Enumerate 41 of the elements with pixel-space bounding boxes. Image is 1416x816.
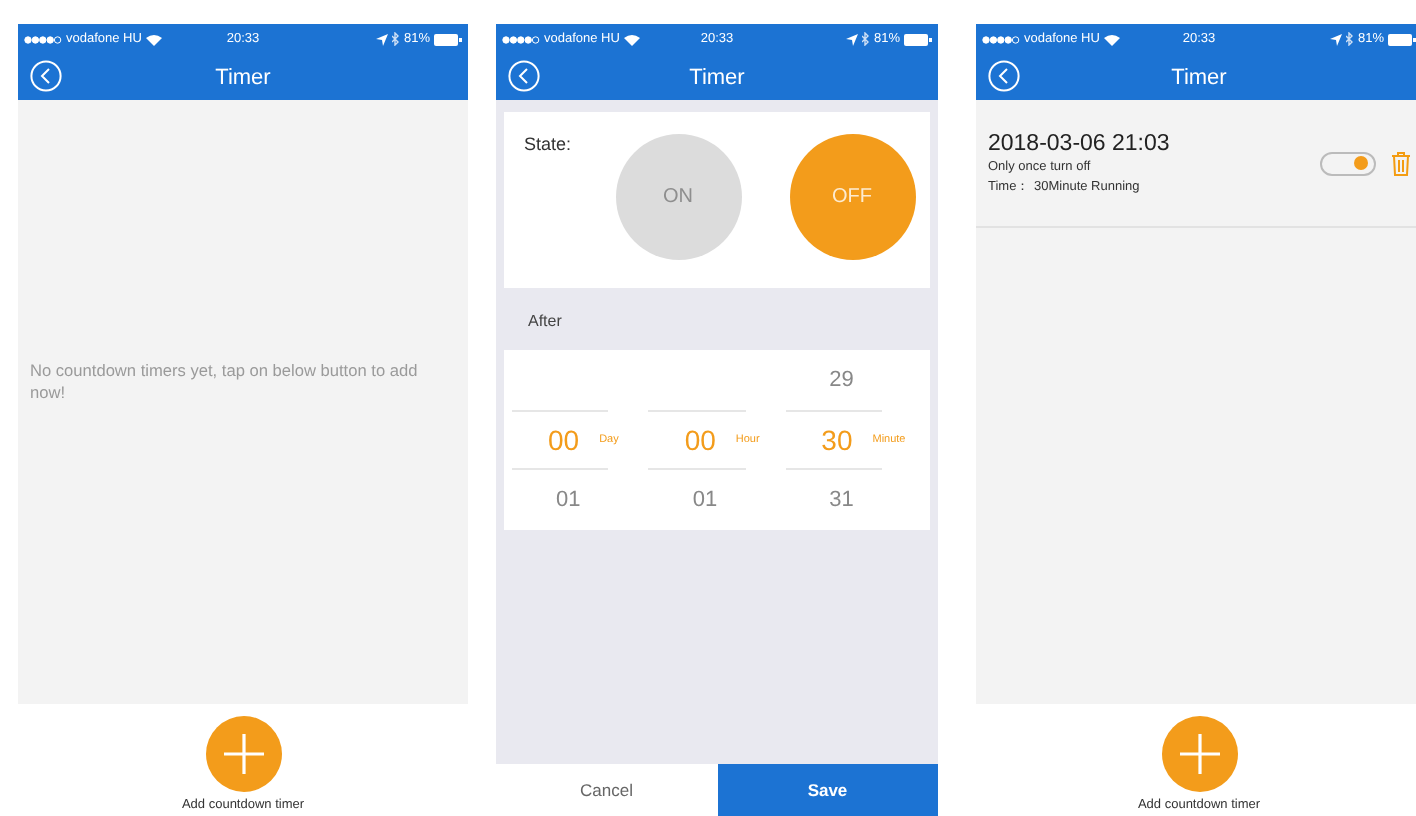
state-label: State:	[524, 134, 572, 158]
timer-datetime: 2018-03-06 21:03	[988, 131, 1172, 155]
location-arrow-icon	[1329, 33, 1342, 45]
wifi-icon	[1103, 33, 1120, 45]
add-button[interactable]	[205, 716, 281, 792]
signal-icon	[982, 35, 1020, 43]
picker-selected-value: 00	[548, 424, 580, 456]
back-icon[interactable]	[508, 60, 540, 92]
battery-icon	[904, 33, 932, 45]
screen-title: Timer	[215, 65, 271, 89]
state-option[interactable]: OFF	[789, 134, 916, 260]
after-label: After	[528, 312, 564, 334]
picker-value: 29	[829, 368, 854, 392]
save-button[interactable]: Save	[717, 764, 938, 816]
signal-icon	[502, 35, 540, 43]
add-button[interactable]	[1161, 716, 1237, 792]
location-arrow-icon	[845, 33, 858, 45]
picker-value: 01	[556, 488, 581, 512]
bluetooth-icon	[861, 32, 870, 46]
screen-title: Timer	[689, 65, 745, 89]
battery-icon	[434, 33, 462, 45]
location-arrow-icon	[375, 33, 388, 45]
wifi-icon	[623, 33, 640, 45]
plus-icon	[1179, 734, 1219, 774]
back-icon[interactable]	[30, 60, 62, 92]
picker-value: 01	[692, 488, 718, 512]
wifi-icon	[145, 33, 162, 45]
picker-selected-value: 30	[821, 424, 853, 456]
back-icon[interactable]	[988, 60, 1020, 92]
toggle-switch[interactable]	[1320, 151, 1376, 175]
signal-icon	[24, 35, 62, 43]
picker-selected-value: 00	[684, 424, 716, 456]
battery-icon	[1388, 33, 1416, 45]
bluetooth-icon	[1345, 32, 1354, 46]
state-option[interactable]: ON	[615, 134, 742, 260]
screen-title: Timer	[1171, 65, 1227, 89]
empty-message: No countdown timers yet, tap on below button to add now!	[28, 360, 420, 406]
plus-icon	[223, 734, 263, 774]
bluetooth-icon	[391, 32, 400, 46]
picker-value: 31	[829, 488, 854, 512]
trash-icon[interactable]	[1392, 151, 1410, 175]
